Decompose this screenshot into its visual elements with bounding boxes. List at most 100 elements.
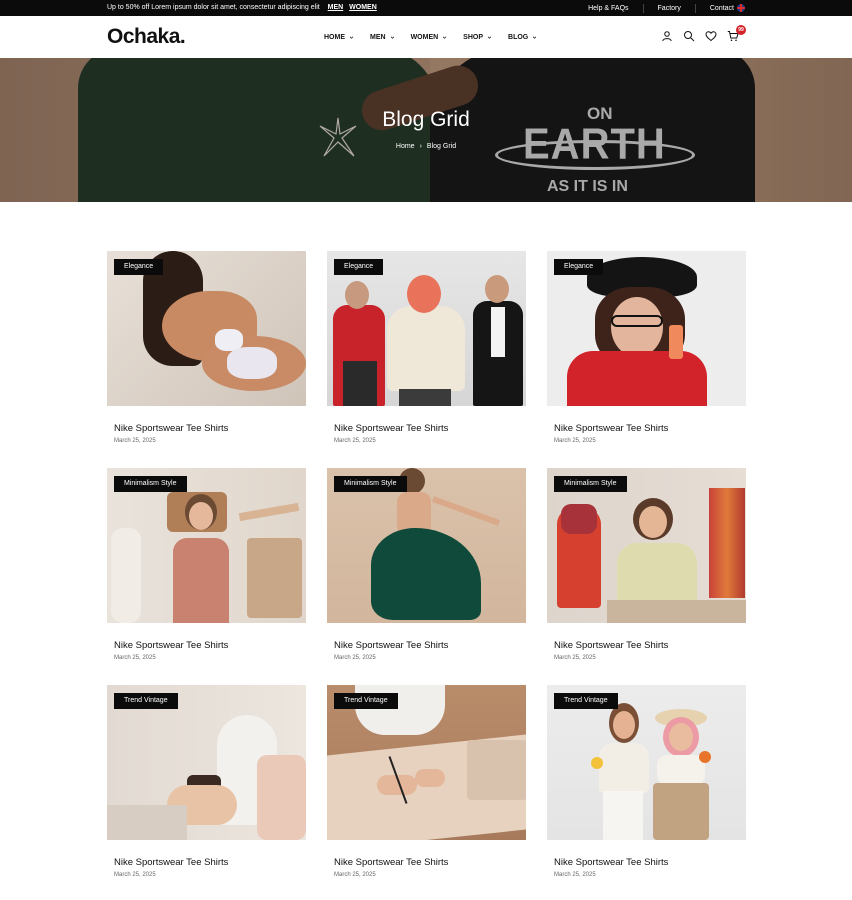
cart-count-badge: 99 <box>736 25 746 35</box>
uk-flag-icon[interactable] <box>737 4 745 12</box>
post-date: March 25, 2025 <box>554 872 596 878</box>
post-title[interactable]: Nike Sportswear Tee Shirts <box>554 857 668 868</box>
nav-blog[interactable]: BLOG <box>508 34 537 41</box>
header-actions: 99 <box>661 25 746 42</box>
post-title[interactable]: Nike Sportswear Tee Shirts <box>114 857 228 868</box>
breadcrumb-home[interactable]: Home <box>396 143 415 150</box>
nav-women[interactable]: WOMEN <box>411 34 448 41</box>
post-date: March 25, 2025 <box>334 872 376 878</box>
figure-dress <box>173 538 229 623</box>
desk <box>607 600 746 623</box>
category-tag[interactable]: Trend Vintage <box>554 693 618 709</box>
promo-text-wrap: Up to 50% off Lorem ipsum dolor sit amet… <box>107 0 377 16</box>
figure-cargo-pants <box>653 783 709 840</box>
site-header: Ochaka. HOME MEN WOMEN SHOP BLOG 99 <box>0 16 852 58</box>
chevron-down-icon <box>533 36 537 39</box>
category-tag[interactable]: Trend Vintage <box>114 693 178 709</box>
category-tag[interactable]: Elegance <box>334 259 384 275</box>
blog-card[interactable]: Elegance Nike Sportswear Tee Shirts Marc… <box>327 251 526 451</box>
category-tag[interactable]: Minimalism Style <box>114 476 187 492</box>
post-date: March 25, 2025 <box>334 438 376 444</box>
chevron-down-icon <box>349 36 354 39</box>
post-date: March 25, 2025 <box>114 872 156 878</box>
post-date: March 25, 2025 <box>114 655 156 661</box>
page-hero-banner: ON EARTH AS IT IS IN Blog Grid Home › Blog… <box>0 58 852 202</box>
figure-face <box>613 711 635 739</box>
blog-card[interactable]: Minimalism Style Nike Sportswear Tee Shi… <box>107 468 306 668</box>
user-icon[interactable] <box>661 30 673 42</box>
category-tag[interactable]: Minimalism Style <box>554 476 627 492</box>
orange <box>699 751 711 763</box>
post-date: March 25, 2025 <box>334 655 376 661</box>
figure-white-sweater <box>387 306 465 391</box>
figure-face <box>669 723 693 751</box>
category-tag[interactable]: Elegance <box>554 259 604 275</box>
help-faqs-link[interactable]: Help & FAQs <box>574 3 644 13</box>
nav-home-label: HOME <box>324 33 345 41</box>
lemon <box>591 757 603 769</box>
nav-home[interactable]: HOME <box>324 34 354 41</box>
post-title[interactable]: Nike Sportswear Tee Shirts <box>114 423 228 434</box>
category-tag[interactable]: Trend Vintage <box>334 693 398 709</box>
blog-card[interactable]: Trend Vintage Nike Sportswear Tee Shirts… <box>547 685 746 885</box>
post-title[interactable]: Nike Sportswear Tee Shirts <box>334 423 448 434</box>
promo-text: Up to 50% off Lorem ipsum dolor sit amet… <box>107 4 320 11</box>
figure-arm <box>238 502 300 522</box>
figure-face <box>189 502 213 530</box>
nav-shop-label: SHOP <box>463 33 484 41</box>
chevron-down-icon <box>390 36 394 39</box>
blog-card[interactable]: Minimalism Style Nike Sportswear Tee Shi… <box>327 468 526 668</box>
hand <box>415 769 445 787</box>
post-title[interactable]: Nike Sportswear Tee Shirts <box>334 640 448 651</box>
page-title: Blog Grid <box>382 108 470 131</box>
figure-blouse <box>599 743 649 793</box>
chevron-down-icon <box>442 36 447 39</box>
blog-card[interactable]: Elegance Nike Sportswear Tee Shirts Marc… <box>547 251 746 451</box>
main-nav: HOME MEN WOMEN SHOP BLOG <box>324 16 537 58</box>
promo-link-men[interactable]: MEN <box>328 4 344 11</box>
breadcrumb-current: Blog Grid <box>426 143 457 150</box>
nav-men[interactable]: MEN <box>370 34 395 41</box>
figure-face <box>611 297 663 357</box>
logo[interactable]: Ochaka. <box>107 25 186 49</box>
figure-head <box>485 275 509 303</box>
blog-card[interactable]: Trend Vintage Nike Sportswear Tee Shirts… <box>327 685 526 885</box>
post-title[interactable]: Nike Sportswear Tee Shirts <box>554 640 668 651</box>
nav-blog-label: BLOG <box>508 33 529 41</box>
post-title[interactable]: Nike Sportswear Tee Shirts <box>334 857 448 868</box>
topbar-links: Help & FAQs Factory Contact <box>574 0 746 16</box>
breadcrumb-separator: › <box>419 143 422 150</box>
mannequin <box>111 528 141 623</box>
blog-card[interactable]: Minimalism Style Nike Sportswear Tee Shi… <box>547 468 746 668</box>
paper-roll <box>467 740 526 800</box>
search-icon[interactable] <box>683 30 695 42</box>
category-tag[interactable]: Elegance <box>114 259 164 275</box>
fabric-drape <box>257 755 306 840</box>
post-date: March 25, 2025 <box>554 655 596 661</box>
figure-arm <box>432 496 500 526</box>
figure-pink-hair <box>407 275 441 313</box>
figure-floral-top <box>617 543 697 603</box>
figure-red-jacket <box>567 351 707 406</box>
figure-top <box>657 755 705 785</box>
cart-button[interactable]: 99 <box>727 25 746 42</box>
figure-head <box>345 281 369 309</box>
blog-card[interactable]: Trend Vintage Nike Sportswear Tee Shirts… <box>107 685 306 885</box>
post-date: March 25, 2025 <box>554 438 596 444</box>
factory-link[interactable]: Factory <box>644 3 696 13</box>
figure-green-dress <box>371 528 481 620</box>
promo-link-women[interactable]: WOMEN <box>349 4 377 11</box>
category-tag[interactable]: Minimalism Style <box>334 476 407 492</box>
chevron-down-icon <box>487 36 492 39</box>
figure-face <box>639 506 667 538</box>
figure-pants <box>399 389 451 406</box>
blog-card[interactable]: Elegance Nike Sportswear Tee Shirts Marc… <box>107 251 306 451</box>
heart-icon[interactable] <box>705 30 717 42</box>
clothing-rack <box>709 488 745 598</box>
nav-shop[interactable]: SHOP <box>463 34 492 41</box>
post-title[interactable]: Nike Sportswear Tee Shirts <box>554 423 668 434</box>
post-date: March 25, 2025 <box>114 438 156 444</box>
breadcrumb: Home › Blog Grid <box>0 143 852 150</box>
post-title[interactable]: Nike Sportswear Tee Shirts <box>114 640 228 651</box>
sale-tag <box>669 325 683 359</box>
